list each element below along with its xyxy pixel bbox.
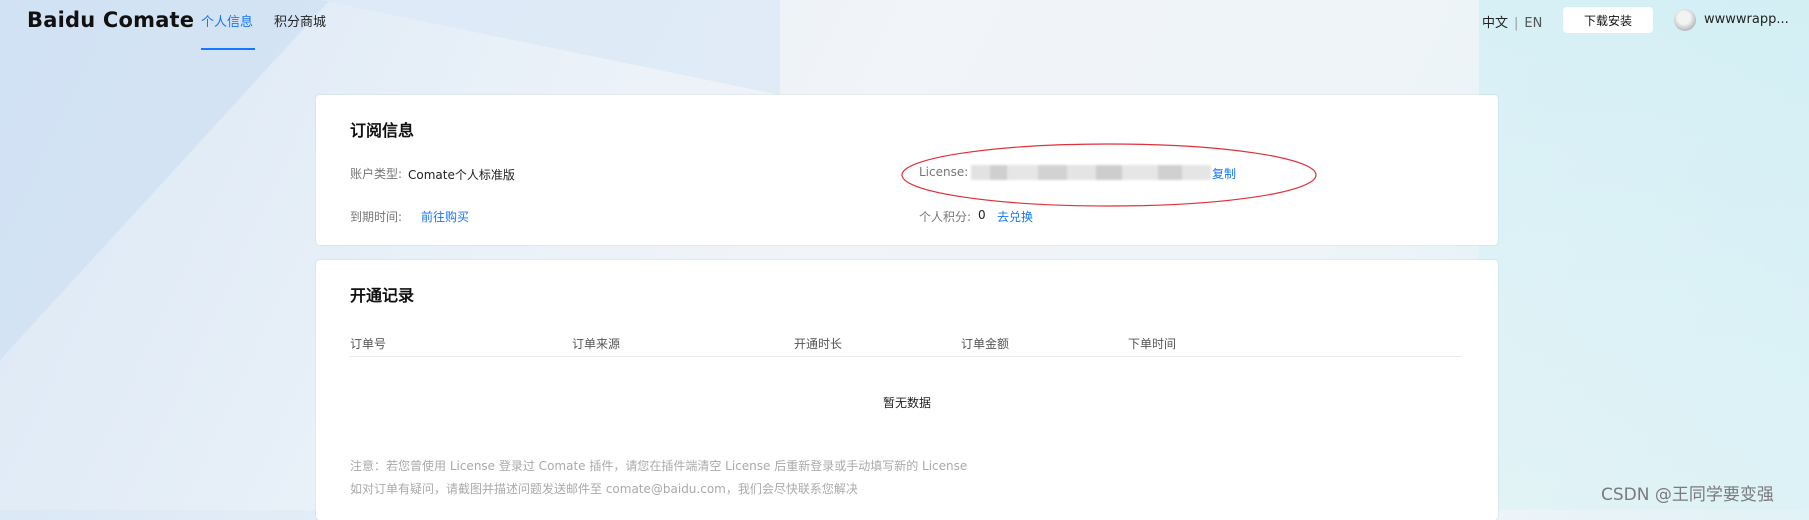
active-tab-indicator — [201, 48, 255, 50]
empty-state: 暂无数据 — [882, 396, 931, 410]
column-duration: 开通时长 — [794, 337, 843, 351]
watermark: CSDN @王同学要变强 — [1601, 485, 1774, 505]
column-amount: 订单金额 — [961, 337, 1010, 351]
tab-personal-info[interactable]: 个人信息 — [201, 11, 253, 30]
column-order-source: 订单来源 — [572, 337, 621, 351]
background-shape — [0, 0, 330, 360]
column-order-time: 下单时间 — [1128, 337, 1177, 351]
username[interactable]: wwwwrapp... — [1704, 12, 1789, 27]
note-contact: 如对订单有疑问，请截图并描述问题发送邮件至 comate@baidu.com，我… — [350, 482, 858, 496]
avatar[interactable] — [1674, 9, 1696, 31]
language-switcher: 中文 | EN — [1482, 12, 1542, 31]
top-navigation: Baidu Comate 个人信息 积分商城 中文 | EN 下载安装 wwwwra… — [0, 0, 1809, 50]
records-title: 开通记录 — [350, 286, 415, 305]
tab-points-mall[interactable]: 积分商城 — [274, 11, 326, 30]
note-license: 注意：若您曾使用 License 登录过 Comate 插件，请您在插件端清空 … — [350, 459, 968, 473]
records-card: 开通记录 订单号 订单来源 开通时长 订单金额 下单时间 暂无数据 注意：若您曾… — [316, 260, 1498, 520]
subscription-card: 订阅信息 账户类型: Comate个人标准版 到期时间: 前往购买 Licens… — [316, 95, 1498, 245]
table-header-divider — [350, 356, 1462, 357]
lang-zh-option[interactable]: 中文 — [1482, 16, 1508, 31]
download-install-button[interactable]: 下载安装 — [1563, 7, 1653, 33]
brand-logo[interactable]: Baidu Comate — [27, 8, 194, 32]
download-install-label: 下载安装 — [1583, 13, 1632, 28]
annotation-ellipse — [901, 143, 1317, 207]
background-shape — [1479, 0, 1809, 510]
lang-en-option[interactable]: EN — [1524, 16, 1542, 31]
column-order-number: 订单号 — [350, 337, 387, 351]
lang-separator: | — [1514, 16, 1519, 31]
